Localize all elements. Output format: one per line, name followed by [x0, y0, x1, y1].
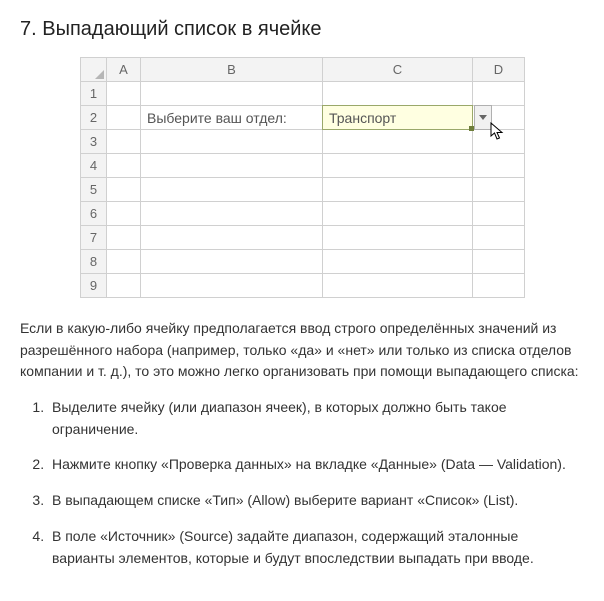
row-header-7[interactable]: 7 [81, 226, 107, 250]
cell[interactable] [141, 130, 323, 154]
cell[interactable] [107, 178, 141, 202]
row-header-9[interactable]: 9 [81, 274, 107, 298]
spreadsheet-grid: A B C D 1 2 Выберите ваш отдел: Транспор… [80, 57, 525, 298]
row-header-5[interactable]: 5 [81, 178, 107, 202]
cell-a1[interactable] [107, 82, 141, 106]
cell[interactable] [141, 154, 323, 178]
intro-paragraph: Если в какую-либо ячейку предполагается … [20, 318, 584, 383]
cell[interactable] [107, 130, 141, 154]
steps-list: Выделите ячейку (или диапазон ячеек), в … [20, 397, 584, 569]
cell[interactable] [473, 274, 525, 298]
cell-c2-dropdown[interactable]: Транспорт [323, 106, 473, 130]
cell[interactable] [107, 274, 141, 298]
col-header-c[interactable]: C [323, 58, 473, 82]
cell[interactable] [323, 226, 473, 250]
section-heading: 7. Выпадающий список в ячейке [20, 18, 584, 41]
col-header-a[interactable]: A [107, 58, 141, 82]
row-header-1[interactable]: 1 [81, 82, 107, 106]
cell[interactable] [141, 202, 323, 226]
cell[interactable] [473, 202, 525, 226]
cell[interactable] [323, 202, 473, 226]
dropdown-value: Транспорт [323, 106, 472, 129]
cell-b1[interactable] [141, 82, 323, 106]
cell[interactable] [473, 250, 525, 274]
cell[interactable] [107, 226, 141, 250]
col-header-d[interactable]: D [473, 58, 525, 82]
label-text: Выберите ваш отдел: [141, 106, 322, 129]
step-1: Выделите ячейку (или диапазон ячеек), в … [48, 397, 584, 440]
cell[interactable] [473, 226, 525, 250]
select-all-corner[interactable] [81, 58, 107, 82]
cell-c1[interactable] [323, 82, 473, 106]
cell[interactable] [141, 250, 323, 274]
cursor-icon [490, 122, 506, 140]
step-3: В выпадающем списке «Тип» (Allow) выбери… [48, 490, 584, 512]
row-header-6[interactable]: 6 [81, 202, 107, 226]
cell-b2[interactable]: Выберите ваш отдел: [141, 106, 323, 130]
cell-d1[interactable] [473, 82, 525, 106]
row-header-4[interactable]: 4 [81, 154, 107, 178]
cell[interactable] [141, 274, 323, 298]
cell[interactable] [323, 274, 473, 298]
step-2: Нажмите кнопку «Проверка данных» на вкла… [48, 454, 584, 476]
cell[interactable] [107, 202, 141, 226]
cell[interactable] [107, 154, 141, 178]
row-header-2[interactable]: 2 [81, 106, 107, 130]
row-header-8[interactable]: 8 [81, 250, 107, 274]
spreadsheet-screenshot: A B C D 1 2 Выберите ваш отдел: Транспор… [80, 57, 584, 298]
cell[interactable] [323, 130, 473, 154]
cell[interactable] [141, 226, 323, 250]
cell[interactable] [473, 178, 525, 202]
row-header-3[interactable]: 3 [81, 130, 107, 154]
cell[interactable] [107, 250, 141, 274]
cell[interactable] [473, 154, 525, 178]
cell[interactable] [323, 178, 473, 202]
step-4: В поле «Источник» (Source) задайте диапа… [48, 526, 584, 569]
cell[interactable] [323, 154, 473, 178]
col-header-b[interactable]: B [141, 58, 323, 82]
cell[interactable] [141, 178, 323, 202]
cell[interactable] [323, 250, 473, 274]
cell-a2[interactable] [107, 106, 141, 130]
chevron-down-icon [479, 115, 487, 120]
